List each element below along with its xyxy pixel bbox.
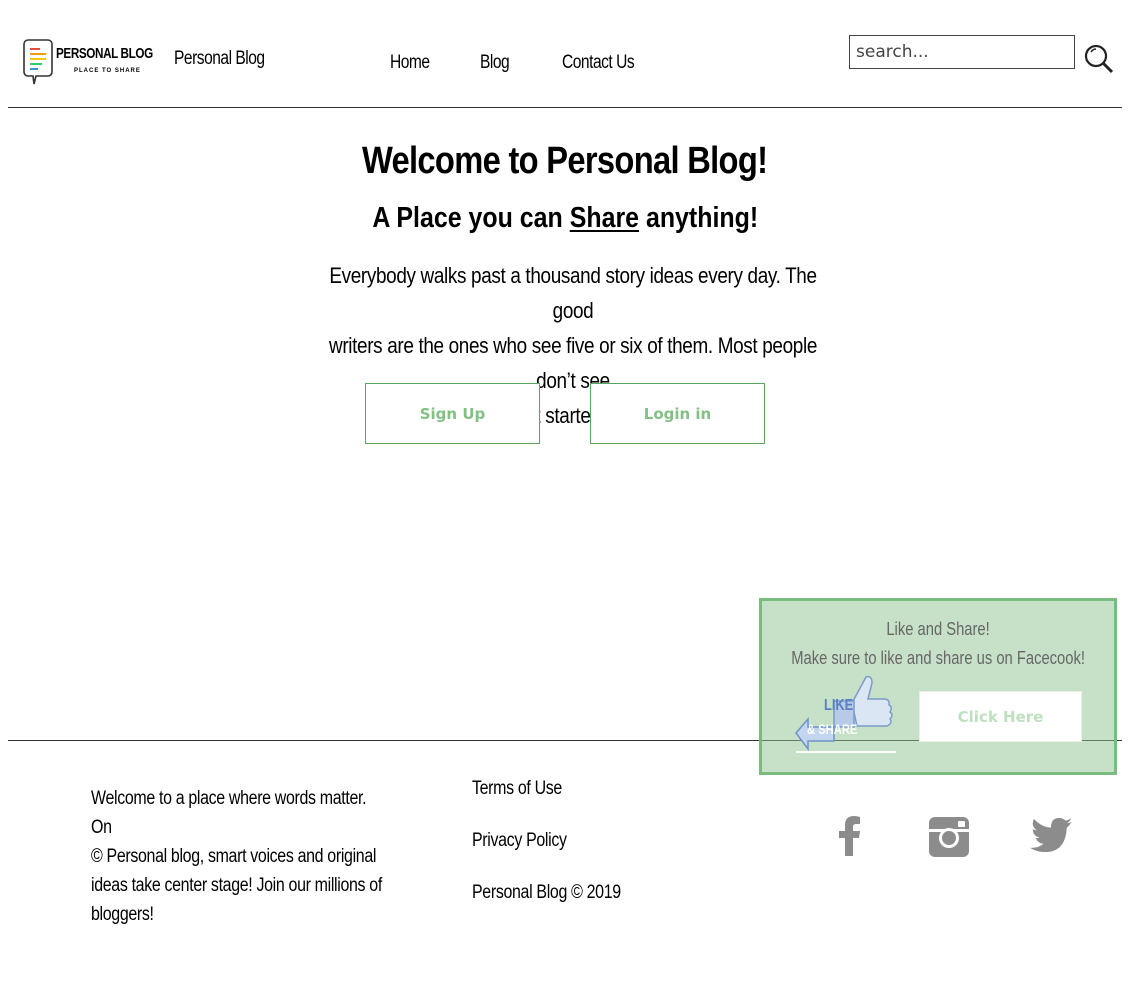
click-here-button[interactable]: Click Here: [919, 691, 1082, 742]
logo-text: PERSONAL BLOG: [56, 45, 153, 62]
search-input[interactable]: [849, 35, 1075, 69]
instagram-icon: [929, 817, 969, 857]
twitter-icon: [1030, 818, 1072, 853]
hero-description: Everybody walks past a thousand story id…: [329, 263, 817, 428]
login-button[interactable]: Login in: [590, 383, 765, 444]
header-divider: [8, 107, 1122, 108]
terms-of-use-link[interactable]: Terms of Use: [472, 778, 562, 800]
logo-tagline: PLACE TO SHARE: [74, 68, 141, 74]
nav-home[interactable]: Home: [390, 52, 430, 74]
facebook-icon: [839, 816, 860, 856]
sign-up-button[interactable]: Sign Up: [365, 383, 540, 444]
like-share-title: Like and Share!: [886, 619, 990, 639]
speech-bubble-logo-icon: [23, 39, 53, 85]
hero-subtitle: A Place you can Share anything!: [372, 202, 758, 234]
nav-contact-us[interactable]: Contact Us: [562, 52, 635, 74]
footer-about-text: Welcome to a place where words matter. O…: [91, 788, 382, 925]
like-share-image: LIKE & SHARE: [794, 671, 898, 755]
like-share-widget: Like and Share! Make sure to like and sh…: [759, 598, 1117, 775]
twitter-link[interactable]: [1030, 818, 1072, 857]
like-share-text: Make sure to like and share us on Faceco…: [791, 648, 1085, 668]
site-name: Personal Blog: [174, 48, 265, 69]
privacy-policy-link[interactable]: Privacy Policy: [472, 830, 567, 852]
magnifier-icon: [1084, 44, 1114, 74]
site-logo[interactable]: PERSONAL BLOG PLACE TO SHARE: [22, 36, 153, 88]
share-link[interactable]: Share: [569, 202, 638, 234]
hero-title: Welcome to Personal Blog!: [362, 140, 768, 182]
facebook-link[interactable]: [836, 816, 862, 861]
instagram-link[interactable]: [929, 817, 969, 862]
copyright-text: Personal Blog © 2019: [472, 882, 621, 903]
search-button[interactable]: [1083, 43, 1115, 75]
nav-blog[interactable]: Blog: [480, 52, 510, 74]
